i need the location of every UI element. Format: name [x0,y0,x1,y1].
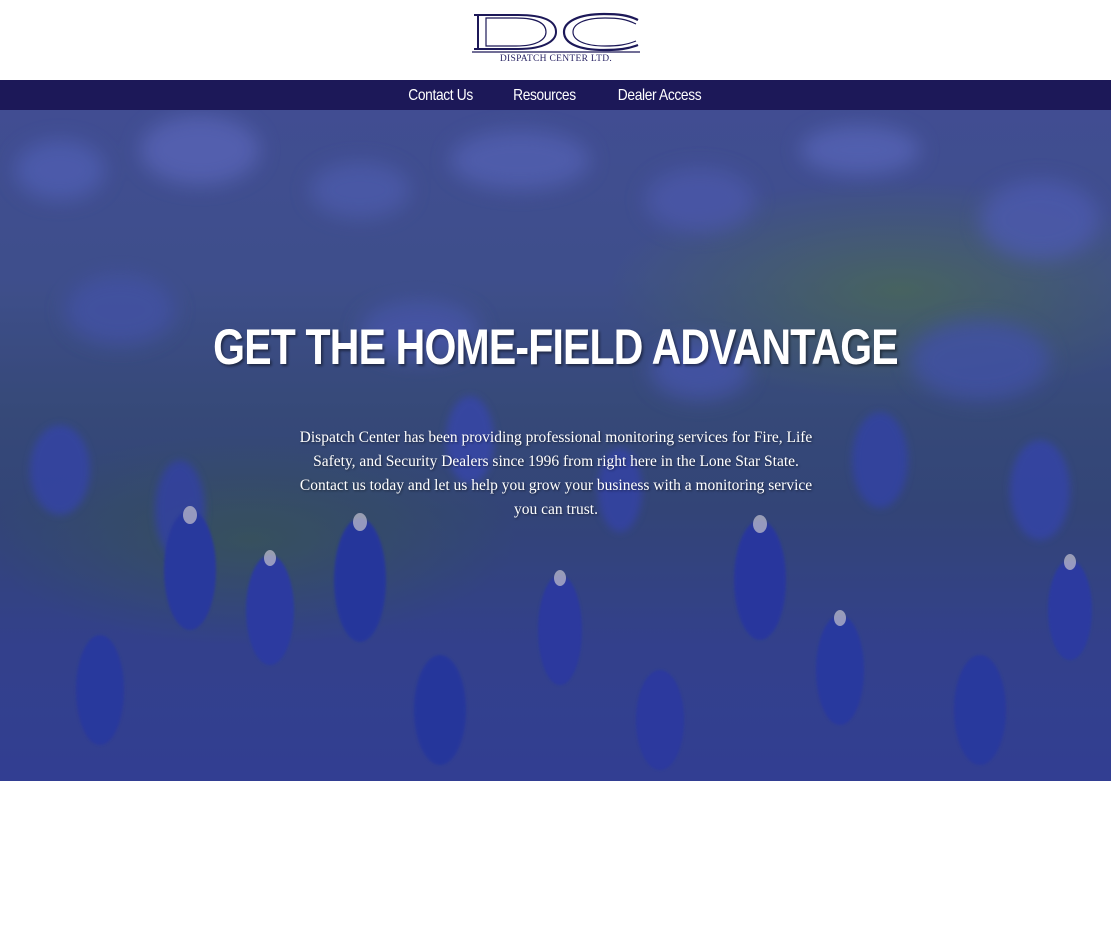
nav-dealer-access[interactable]: Dealer Access [618,86,702,105]
dc-monogram-icon [472,12,640,53]
nav-resources[interactable]: Resources [513,86,576,105]
main-navigation: Contact Us Resources Dealer Access [0,80,1111,110]
hero-title: GET THE HOME-FIELD ADVANTAGE [213,319,898,375]
hero-description: Dispatch Center has been providing profe… [299,429,813,518]
dispatch-center-logo[interactable]: DISPATCH CENTER LTD. [472,12,640,68]
page-below-hero [0,781,1111,930]
hero-banner: GET THE HOME-FIELD ADVANTAGE Dispatch Ce… [0,110,1111,781]
site-header: DISPATCH CENTER LTD. [0,0,1111,80]
logo-subtitle: DISPATCH CENTER LTD. [499,54,613,64]
nav-contact-us[interactable]: Contact Us [408,86,473,105]
